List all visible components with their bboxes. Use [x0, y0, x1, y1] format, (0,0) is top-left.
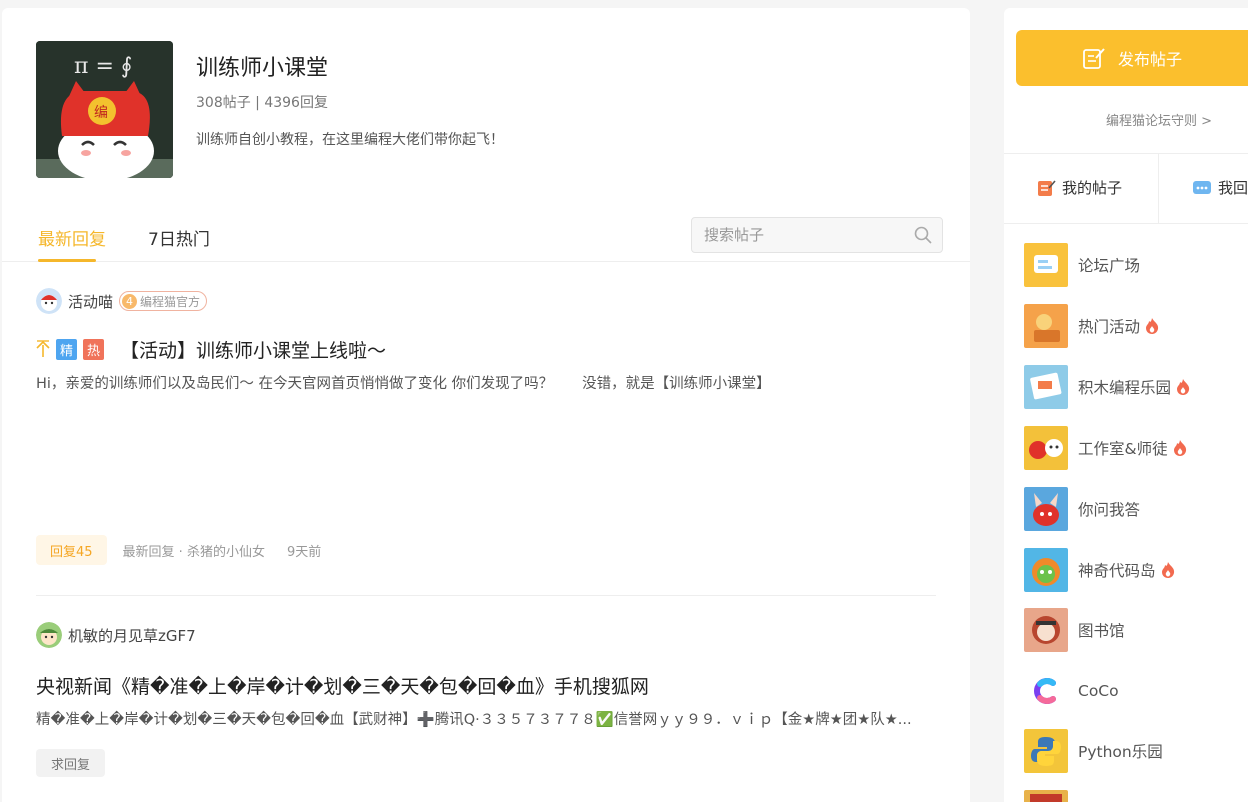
active-tab-indicator: [38, 259, 96, 262]
nav-code-island[interactable]: 神奇代码岛: [1024, 548, 1176, 592]
author-name[interactable]: 活动喵: [68, 291, 113, 312]
post-summary[interactable]: 精�准�上�岸�计�划�三�天�包�回�血【武财神】➕腾讯Q·３３５７３７７８✅…: [36, 708, 936, 729]
nav-library[interactable]: 图书馆: [1024, 608, 1125, 652]
tab-bar: 最新回复 7日热门: [2, 210, 970, 262]
post-summary[interactable]: Hi，亲爱的训练师们以及岛民们～ 在今天官网首页悄悄做了变化 你们发现了吗？ 没…: [36, 372, 936, 393]
qa-icon: [1024, 487, 1068, 531]
my-replies-label: 我回: [1218, 179, 1248, 197]
tab-7day-hot[interactable]: 7日热门: [148, 225, 210, 250]
hot-events-icon: [1024, 304, 1068, 348]
ask-reply-badge[interactable]: 求回复: [36, 749, 106, 777]
last-reply-info: 最新回复 · 杀猪的小仙女: [122, 544, 265, 560]
forum-stats: 308帖子 | 4396回复: [196, 95, 328, 111]
code-island-icon: [1024, 548, 1068, 592]
nav-label: CoCo: [1078, 682, 1119, 700]
publish-post-button[interactable]: 发布帖子: [1016, 30, 1248, 86]
nav-label: 图书馆: [1078, 622, 1125, 640]
block-coding-icon: [1024, 365, 1068, 409]
nav-forum-square[interactable]: 论坛广场: [1024, 243, 1140, 287]
nav-label: 工作室&师徒: [1078, 440, 1168, 458]
forum-avatar: π = ∮ 编: [36, 41, 173, 178]
post-title[interactable]: 央视新闻《精�准�上�岸�计�划�三�天�包�回�血》手机搜狐网: [36, 672, 649, 699]
post-divider: [36, 595, 936, 596]
publish-post-label: 发布帖子: [1117, 50, 1182, 69]
nav-label: Python乐园: [1078, 743, 1163, 761]
my-posts-link[interactable]: 我的帖子: [1036, 177, 1122, 198]
author-avatar[interactable]: [36, 622, 62, 648]
nav-label: 热门活动: [1078, 318, 1141, 336]
nav-label: 论坛广场: [1078, 257, 1141, 275]
fire-icon: [1146, 318, 1159, 334]
tab-latest-replies[interactable]: 最新回复: [38, 225, 106, 250]
svg-text:π = ∮: π = ∮: [74, 54, 132, 79]
forum-title: 训练师小课堂: [196, 56, 329, 81]
post-title[interactable]: 【活动】训练师小课堂上线啦～: [120, 336, 386, 363]
forum-square-icon: [1024, 243, 1068, 287]
nav-label: 神奇代码岛: [1078, 562, 1156, 580]
author-name[interactable]: 机敏的月见草zGF7: [68, 625, 196, 646]
my-replies-link[interactable]: 我回: [1192, 177, 1248, 198]
my-posts-icon: [1038, 179, 1056, 196]
badge-level: 4: [122, 293, 138, 309]
svg-text:编: 编: [94, 105, 108, 121]
main-panel: π = ∮ 编 训练师小课堂 308帖子 | 4396回复 训练师自创小教程，在…: [2, 8, 970, 802]
nav-qa[interactable]: 你问我答: [1024, 487, 1140, 531]
nav-python[interactable]: Python乐园: [1024, 729, 1163, 773]
my-posts-label: 我的帖子: [1062, 179, 1123, 197]
more-icon: [1024, 790, 1068, 802]
search-box: [691, 217, 943, 253]
reply-count-badge[interactable]: 回复45: [36, 535, 107, 565]
nav-more[interactable]: [1024, 790, 1078, 802]
nav-label: 积木编程乐园: [1078, 379, 1172, 397]
nav-label: 你问我答: [1078, 501, 1141, 519]
tag-featured: 精: [56, 338, 77, 360]
library-icon: [1024, 608, 1068, 652]
divider: [1004, 223, 1248, 224]
divider: [1004, 153, 1248, 154]
sidebar: 发布帖子 编程猫论坛守则 > 我的帖子 我回 论坛广场 热门活动 积木编程乐园 …: [1004, 8, 1248, 802]
coco-logo-icon: [1024, 669, 1068, 713]
pin-top-icon: [36, 340, 50, 357]
divider: [1158, 154, 1159, 223]
official-badge: 4 编程猫官方: [119, 291, 208, 311]
fire-icon: [1161, 562, 1174, 578]
forum-rules-link[interactable]: 编程猫论坛守则 >: [1106, 110, 1212, 129]
nav-coco[interactable]: CoCo: [1024, 669, 1119, 713]
author-avatar[interactable]: [36, 288, 62, 314]
my-replies-icon: [1193, 180, 1211, 194]
fire-icon: [1177, 379, 1190, 395]
search-input[interactable]: [692, 218, 902, 252]
search-icon[interactable]: [914, 226, 932, 244]
edit-icon: [1083, 48, 1105, 69]
forum-description: 训练师自创小教程，在这里编程大佬们带你起飞！: [196, 132, 504, 148]
python-logo-icon: [1024, 729, 1068, 773]
post-item[interactable]: 机敏的月见草zGF7 央视新闻《精�准�上�岸�计�划�三�天�包�回�血》手机…: [36, 622, 936, 777]
post-time: 9天前: [286, 544, 322, 560]
badge-text: 编程猫官方: [140, 294, 201, 309]
nav-block-coding[interactable]: 积木编程乐园: [1024, 365, 1191, 409]
post-item[interactable]: 活动喵 4 编程猫官方 精 热 【活动】训练师小课堂上线啦～ Hi，亲爱的训练师…: [36, 288, 936, 565]
studio-mentor-icon: [1024, 426, 1068, 470]
fire-icon: [1173, 440, 1186, 456]
nav-hot-events[interactable]: 热门活动: [1024, 304, 1160, 348]
tag-hot: 热: [83, 338, 104, 360]
nav-studio-mentor[interactable]: 工作室&师徒: [1024, 426, 1188, 470]
